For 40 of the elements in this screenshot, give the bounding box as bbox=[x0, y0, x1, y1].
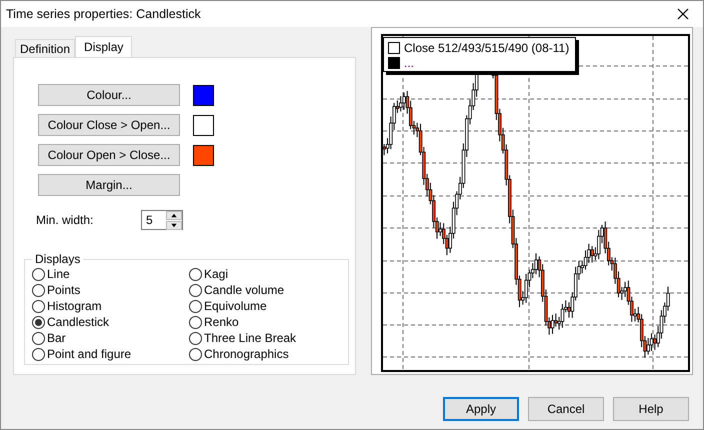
radio-button[interactable] bbox=[32, 284, 45, 296]
dialog-button[interactable]: Cancel bbox=[528, 397, 604, 421]
radio-button[interactable] bbox=[32, 268, 45, 280]
colour-button[interactable]: Colour... bbox=[38, 84, 180, 106]
legend-label: Close 512/493/515/490 (08-11) bbox=[404, 40, 570, 54]
radio-label[interactable]: Kagi bbox=[204, 267, 228, 281]
legend-label: ... bbox=[404, 56, 414, 70]
radio-button[interactable] bbox=[32, 332, 45, 344]
radio-label[interactable]: Point and figure bbox=[47, 347, 132, 361]
radio-button[interactable] bbox=[189, 348, 202, 360]
radio-label[interactable]: Renko bbox=[204, 315, 239, 329]
dialog-button[interactable]: Help bbox=[613, 397, 689, 421]
tab[interactable]: Definition bbox=[15, 39, 76, 57]
radio-label[interactable]: Equivolume bbox=[204, 299, 267, 313]
min-width-label: Min. width: bbox=[36, 213, 94, 227]
radio-button[interactable] bbox=[189, 332, 202, 344]
radio-label[interactable]: Bar bbox=[47, 331, 66, 345]
radio-label[interactable]: Three Line Break bbox=[204, 331, 296, 345]
radio-button[interactable] bbox=[32, 316, 45, 328]
radio-button[interactable] bbox=[189, 316, 202, 328]
min-width-spinner[interactable]: 5 bbox=[141, 210, 183, 230]
radio-button[interactable] bbox=[32, 348, 45, 360]
radio-button[interactable] bbox=[32, 300, 45, 312]
margin-button[interactable]: Margin... bbox=[38, 174, 180, 196]
radio-label[interactable]: Points bbox=[47, 283, 80, 297]
group-title: Displays bbox=[34, 252, 82, 266]
radio-button[interactable] bbox=[189, 300, 202, 312]
radio-button[interactable] bbox=[189, 284, 202, 296]
close-icon[interactable] bbox=[677, 8, 689, 20]
colour-button[interactable]: Colour Open > Close... bbox=[38, 144, 180, 166]
tab[interactable]: Display bbox=[75, 36, 132, 57]
radio-label[interactable]: Chronographics bbox=[204, 347, 289, 361]
radio-button[interactable] bbox=[189, 268, 202, 280]
radio-label[interactable]: Candlestick bbox=[47, 315, 110, 329]
colour-button[interactable]: Colour Close > Open... bbox=[38, 114, 180, 136]
radio-label[interactable]: Line bbox=[47, 267, 70, 281]
window-title: Time series properties: Candlestick bbox=[6, 7, 201, 21]
dialog-button[interactable]: Apply bbox=[443, 397, 519, 421]
radio-label[interactable]: Histogram bbox=[47, 299, 102, 313]
radio-label[interactable]: Candle volume bbox=[204, 283, 284, 297]
